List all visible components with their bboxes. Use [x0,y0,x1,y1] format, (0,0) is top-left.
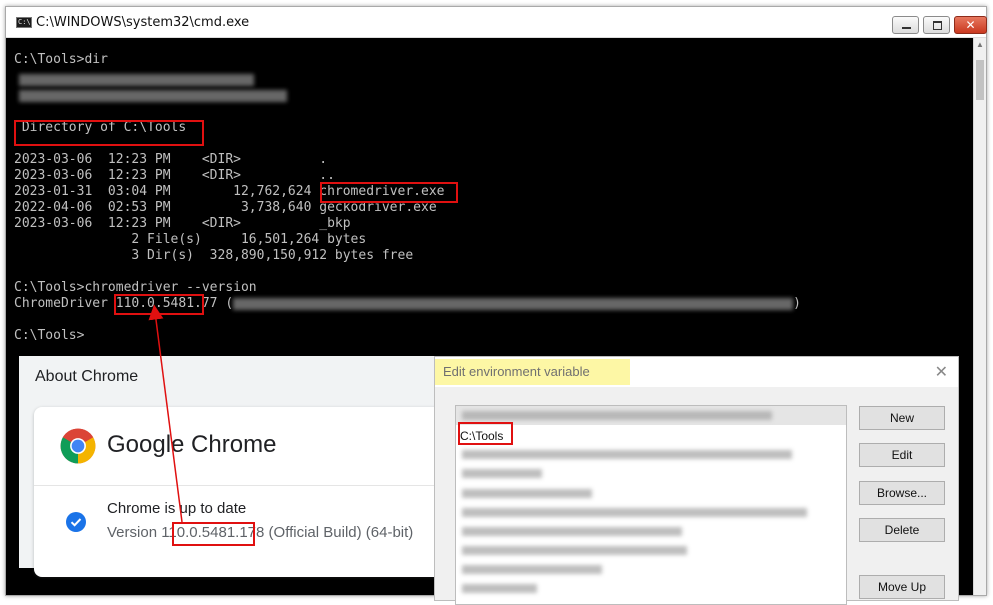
redacted-build-hash [233,297,794,310]
about-chrome-panel: About Chrome Google Chrome Chrome is up … [19,356,454,577]
dir-row: 2023-03-06 12:23 PM <DIR> .. [14,168,335,183]
highlight-driver-version [114,294,204,315]
window-title: C:\WINDOWS\system32\cmd.exe [36,15,250,30]
update-status: Chrome is up to date [107,500,247,517]
maximize-icon [924,17,949,33]
highlight-chrome-version [172,522,255,546]
chrome-logo-icon [60,428,96,464]
version-label: Version [107,524,162,541]
close-button[interactable]: ✕ [954,16,987,34]
divider [34,485,454,486]
list-item[interactable] [462,584,537,593]
check-circle-icon [66,512,86,532]
dir-row: 2023-03-06 12:23 PM <DIR> . [14,152,328,167]
edit-button[interactable]: Edit [859,443,945,467]
file-summary: 2 File(s) 16,501,264 bytes [14,232,367,247]
console-app-icon: C:\ [16,17,32,28]
about-chrome-heading: About Chrome [35,368,139,385]
move-up-button[interactable]: Move Up [859,575,945,599]
list-item[interactable] [462,546,687,555]
console-prompt: C:\Tools> [14,328,85,343]
dialog-title: Edit environment variable [435,359,630,385]
minimize-button[interactable] [892,16,919,34]
close-icon: ✕ [965,18,976,32]
chrome-version-rest: .178 (Official Build) (64-bit) [235,524,414,541]
dialog-titlebar[interactable]: Edit environment variable ✕ [435,357,958,387]
redacted-serial-info [14,88,287,104]
highlight-chromedriver-exe [320,182,458,203]
browse-button[interactable]: Browse... [859,481,945,505]
list-item[interactable] [462,508,807,517]
chrome-version: Version 110.0.5481.178 (Official Build) … [107,524,413,541]
dir-row-prefix: 2023-01-31 03:04 PM 12,762,624 [14,184,320,199]
list-item[interactable] [462,469,542,478]
driver-suffix: ) [793,296,801,311]
list-item[interactable] [462,411,772,420]
path-entries-list[interactable]: C:\Tools [455,405,847,605]
highlight-directory-of [14,120,204,146]
product-name: Google Chrome [107,431,277,458]
maximize-button[interactable] [923,16,950,34]
cmd-titlebar[interactable]: C:\ C:\WINDOWS\system32\cmd.exe ✕ [6,7,987,38]
driver-label: ChromeDriver [14,296,116,311]
delete-button[interactable]: Delete [859,518,945,542]
dir-summary: 3 Dir(s) 328,890,150,912 bytes free [14,248,414,263]
list-item[interactable] [462,489,592,498]
list-item[interactable] [462,565,602,574]
new-button[interactable]: New [859,406,945,430]
minimize-icon [893,17,918,33]
scroll-thumb[interactable] [976,60,984,100]
console-line: C:\Tools>dir [14,52,108,67]
vertical-scrollbar[interactable]: ▲ [973,38,986,595]
dir-row: 2023-03-06 12:23 PM <DIR> _bkp [14,216,351,231]
list-item[interactable] [462,527,682,536]
edit-env-variable-dialog: Edit environment variable ✕ C:\Tools New… [434,356,959,605]
list-item[interactable] [462,450,792,459]
scroll-up-arrow-icon[interactable]: ▲ [974,38,986,52]
chrome-info-card: Google Chrome Chrome is up to date Versi… [34,407,454,577]
redacted-volume-info [14,72,254,88]
highlight-c-tools [458,422,513,445]
close-icon[interactable]: ✕ [935,362,948,381]
